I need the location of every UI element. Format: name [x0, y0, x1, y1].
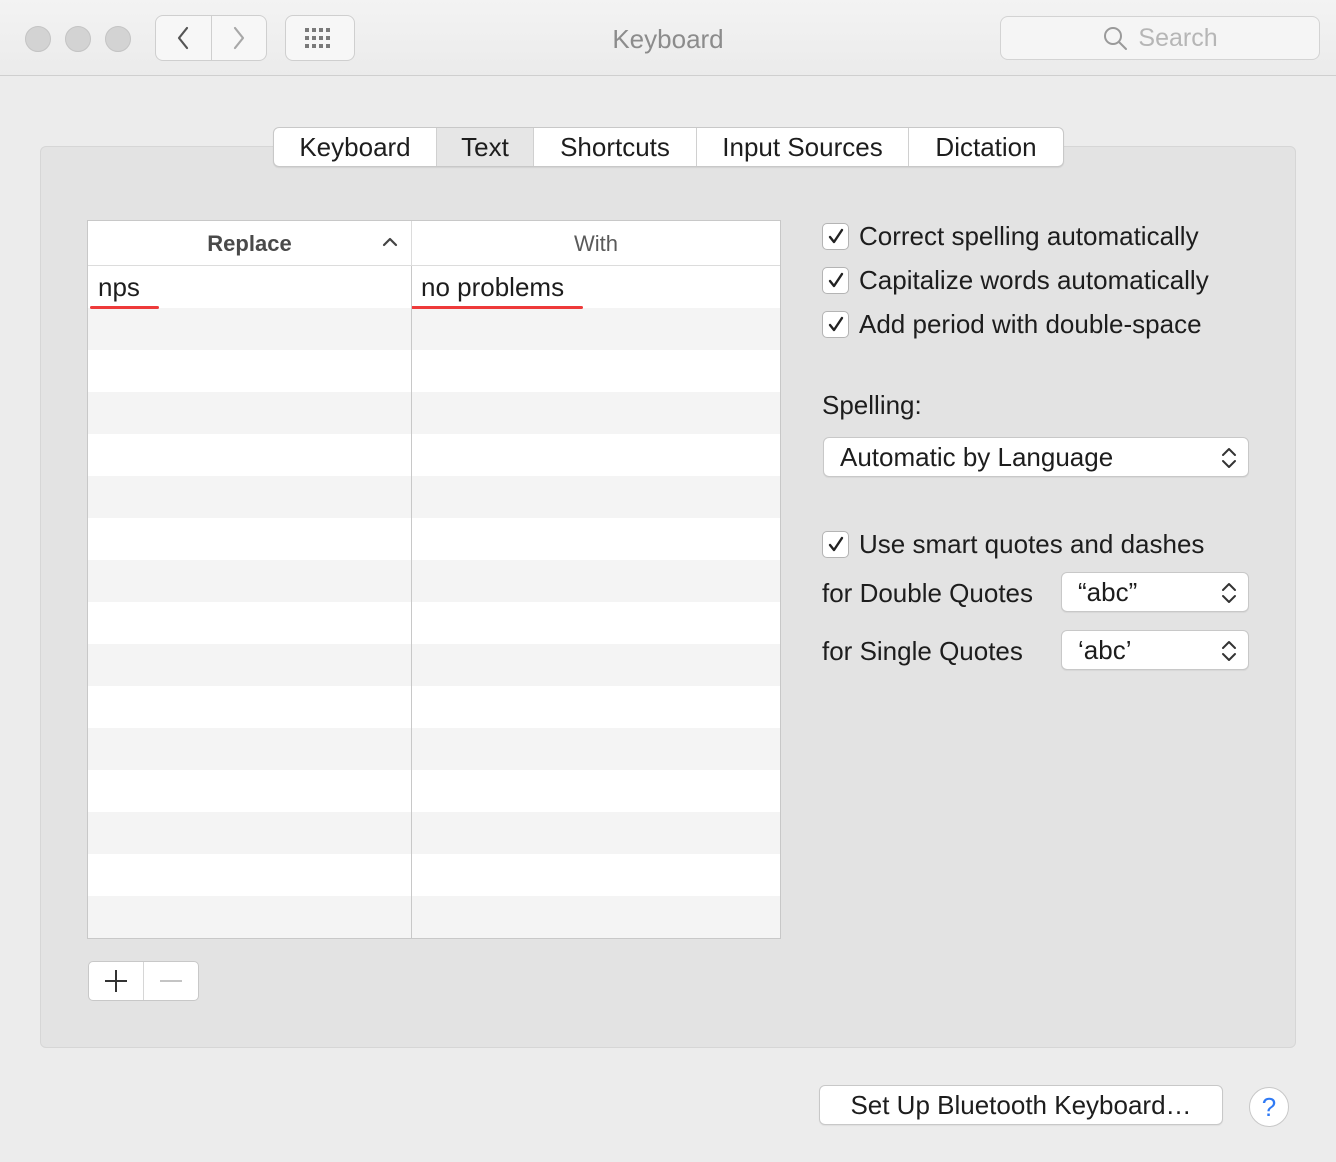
table-header: Replace With	[88, 221, 780, 266]
replace-cell[interactable]: nps	[88, 266, 411, 309]
double-quotes-popup[interactable]: “abc”	[1061, 572, 1249, 612]
tab-shortcuts[interactable]: Shortcuts	[533, 128, 696, 166]
double-quotes-value: “abc”	[1078, 576, 1138, 607]
single-quotes-label: for Single Quotes	[822, 636, 1023, 666]
table-row	[88, 308, 780, 350]
checkmark-icon	[828, 536, 843, 551]
with-cell[interactable]: no problems	[411, 266, 780, 309]
checkmark-icon	[828, 228, 843, 243]
table-row	[88, 812, 780, 854]
table-row	[88, 476, 780, 518]
column-header-with-label: With	[574, 230, 618, 256]
up-down-chevron-icon	[1222, 583, 1236, 603]
sort-ascending-icon	[382, 237, 398, 247]
plus-icon	[105, 970, 127, 992]
table-row	[88, 602, 780, 644]
table-row	[88, 896, 780, 938]
up-down-chevron-icon	[1222, 448, 1236, 468]
help-button[interactable]: ?	[1249, 1087, 1289, 1127]
table-row	[88, 728, 780, 770]
spelling-label: Spelling:	[822, 390, 922, 420]
search-placeholder: Search	[1138, 23, 1218, 52]
search-icon	[1104, 27, 1128, 50]
correct-spelling-option[interactable]: Correct spelling automatically	[822, 221, 1199, 252]
correct-spelling-checkbox[interactable]	[822, 223, 849, 250]
tab-bar: Keyboard Text Shortcuts Input Sources Di…	[273, 127, 1064, 167]
table-row	[88, 392, 780, 434]
double-quotes-label: for Double Quotes	[822, 578, 1034, 608]
smart-quotes-label: Use smart quotes and dashes	[859, 529, 1205, 559]
column-header-with[interactable]: With	[411, 221, 780, 266]
smart-quotes-checkbox[interactable]	[822, 531, 849, 558]
double-space-period-checkbox[interactable]	[822, 311, 849, 338]
table-row	[88, 854, 780, 896]
text-replacement-table[interactable]: Replace With nps no problems	[87, 220, 781, 939]
single-quotes-popup[interactable]: ‘abc’	[1061, 630, 1249, 670]
correct-spelling-label: Correct spelling automatically	[859, 221, 1199, 251]
add-remove-control	[88, 961, 199, 1001]
table-row	[88, 770, 780, 812]
add-button[interactable]	[89, 962, 143, 1000]
table-row	[88, 560, 780, 602]
search-field[interactable]: Search	[1000, 16, 1320, 60]
spelling-popup[interactable]: Automatic by Language	[823, 437, 1249, 477]
title-bar: Keyboard Search	[0, 0, 1336, 76]
spelling-value: Automatic by Language	[840, 441, 1114, 472]
smart-quotes-option[interactable]: Use smart quotes and dashes	[822, 529, 1204, 560]
column-divider	[411, 266, 412, 938]
double-space-period-label: Add period with double-space	[859, 309, 1202, 339]
with-text: no problems	[421, 271, 565, 302]
column-header-replace[interactable]: Replace	[88, 221, 411, 266]
tab-text[interactable]: Text	[436, 128, 533, 166]
table-row	[88, 434, 780, 476]
bluetooth-keyboard-button[interactable]: Set Up Bluetooth Keyboard…	[819, 1085, 1223, 1125]
table-row	[88, 518, 780, 560]
column-header-replace-label: Replace	[207, 230, 292, 256]
capitalize-words-label: Capitalize words automatically	[859, 265, 1209, 295]
spelling-underline	[90, 306, 159, 309]
spelling-underline	[411, 306, 583, 309]
single-quotes-value: ‘abc’	[1078, 634, 1132, 665]
up-down-chevron-icon	[1222, 641, 1236, 661]
tab-keyboard[interactable]: Keyboard	[274, 128, 436, 166]
minus-icon	[160, 980, 182, 982]
checkmark-icon	[828, 272, 843, 287]
capitalize-words-option[interactable]: Capitalize words automatically	[822, 265, 1209, 296]
table-row	[88, 686, 780, 728]
table-row	[88, 938, 780, 939]
table-body: nps no problems	[88, 266, 780, 939]
checkmark-icon	[828, 316, 843, 331]
double-space-period-option[interactable]: Add period with double-space	[822, 309, 1202, 340]
table-row[interactable]: nps no problems	[88, 266, 780, 309]
replace-text: nps	[98, 271, 140, 302]
capitalize-words-checkbox[interactable]	[822, 267, 849, 294]
tab-input-sources[interactable]: Input Sources	[696, 128, 908, 166]
remove-button[interactable]	[143, 962, 198, 1000]
table-row	[88, 350, 780, 392]
table-row	[88, 644, 780, 686]
tab-dictation[interactable]: Dictation	[908, 128, 1063, 166]
